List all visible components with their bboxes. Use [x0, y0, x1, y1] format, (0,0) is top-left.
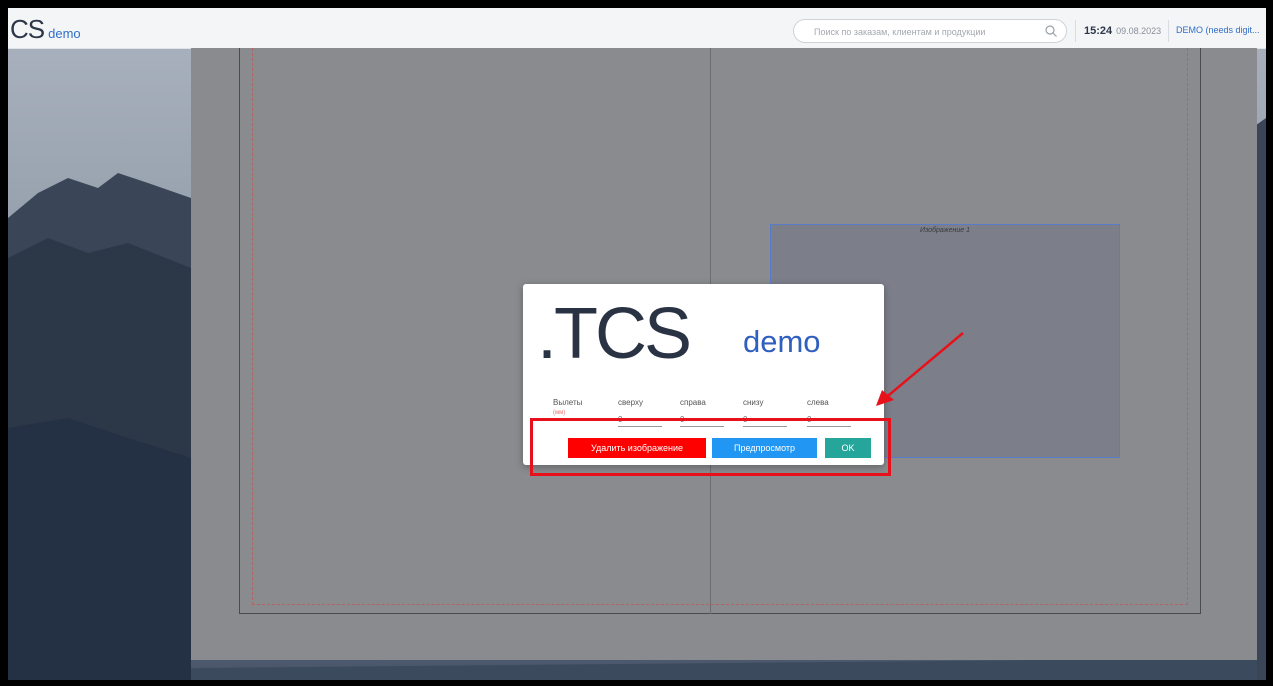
user-account-link[interactable]: DEMO (needs digit...	[1176, 25, 1266, 35]
dialog-logo: .TCS	[537, 294, 692, 374]
bleeds-title: Вылеты	[553, 398, 583, 407]
current-date: 09.08.2023	[1116, 26, 1162, 36]
clock: 15:24 09.08.2023	[1084, 25, 1161, 37]
dialog-logo-demo: demo	[743, 324, 821, 359]
app-screen: CSdemo 15:2409.08.2023 DEMO (needs digit…	[8, 8, 1266, 680]
image-caption: Изображение 1	[920, 227, 970, 234]
top-bar: CSdemo 15:2409.08.2023 DEMO (needs digit…	[8, 8, 1266, 49]
search-icon[interactable]	[1044, 24, 1058, 38]
bleed-bottom-label: снизу	[743, 398, 764, 407]
annotation-highlight-box	[530, 418, 891, 476]
bleed-left-label: слева	[807, 398, 829, 407]
app-logo[interactable]: CS demo	[10, 14, 81, 45]
bleeds-unit: (мм)	[553, 410, 566, 416]
logo-demo: demo	[48, 26, 81, 41]
bleed-top-label: сверху	[618, 398, 643, 407]
bleed-right-label: справа	[680, 398, 706, 407]
bleeds-label: Вылеты (мм)	[553, 398, 582, 416]
search-input[interactable]	[812, 23, 1036, 41]
annotation-arrow-icon	[876, 332, 964, 406]
header-divider	[1075, 20, 1076, 42]
current-time: 15:24	[1084, 25, 1113, 37]
search-box[interactable]	[793, 19, 1067, 43]
header-divider	[1168, 20, 1169, 42]
logo-text: CS	[10, 14, 45, 44]
